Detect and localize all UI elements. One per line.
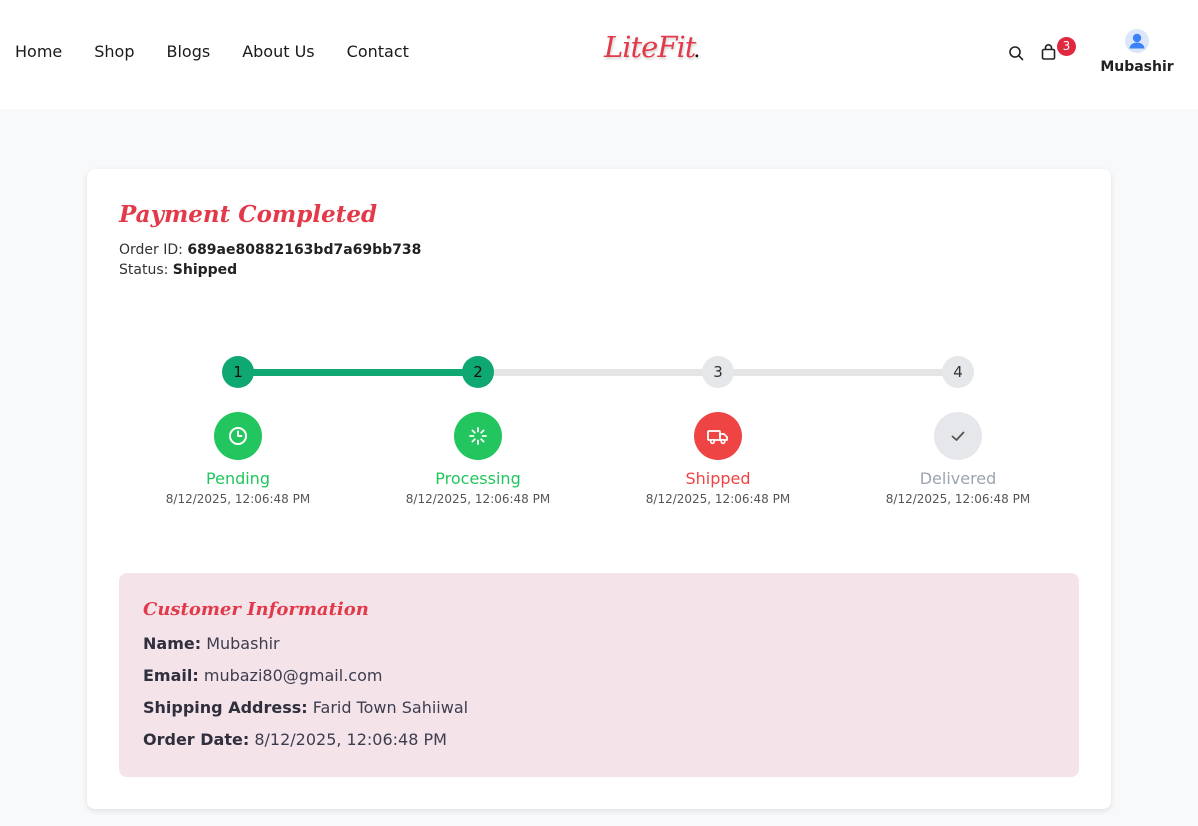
logo-text: LiteFit: [604, 30, 696, 64]
order-id-label: Order ID:: [119, 242, 183, 258]
order-date-row: Order Date: 8/12/2025, 12:06:48 PM: [143, 730, 447, 749]
clock-icon: [229, 427, 247, 445]
step-2-date: 8/12/2025, 12:06:48 PM: [405, 492, 551, 506]
truck-icon: [707, 430, 728, 445]
user-name: Mubashir: [1100, 59, 1174, 75]
step-3-date: 8/12/2025, 12:06:48 PM: [645, 492, 791, 506]
step-pending-badge: [214, 412, 262, 460]
check-icon: [951, 431, 965, 441]
nav-home[interactable]: Home: [15, 42, 62, 61]
order-status-line: Status: Shipped: [119, 262, 237, 278]
main-nav: Home Shop Blogs About Us Contact: [15, 42, 441, 61]
customer-information-panel: Customer Information Name: Mubashir Emai…: [119, 573, 1079, 777]
step-2-number: 2: [462, 356, 494, 388]
step-2-label: Processing: [435, 469, 521, 488]
cart-count-badge: 3: [1057, 37, 1076, 56]
shipping-address-row: Shipping Address: Farid Town Sahiiwal: [143, 698, 468, 717]
step-1-date: 8/12/2025, 12:06:48 PM: [165, 492, 311, 506]
shipping-address-value: Farid Town Sahiiwal: [312, 698, 469, 717]
order-id-line: Order ID: 689ae80882163bd7a69bb738: [119, 242, 421, 258]
order-date-value: 8/12/2025, 12:06:48 PM: [254, 730, 447, 749]
shipping-address-label: Shipping Address:: [143, 698, 308, 717]
order-progress-stepper: 1 Pending 8/12/2025, 12:06:48 PM 2 Proce…: [87, 356, 1111, 526]
customer-name-value: Mubashir: [206, 634, 280, 653]
step-delivered-badge: [934, 412, 982, 460]
customer-information-title: Customer Information: [143, 599, 369, 620]
brand-logo[interactable]: LiteFit.: [604, 30, 700, 64]
user-menu[interactable]: Mubashir: [1100, 29, 1174, 75]
customer-email-value: mubazi80@gmail.com: [203, 666, 383, 685]
step-3-label: Shipped: [685, 469, 751, 488]
order-date-label: Order Date:: [143, 730, 250, 749]
order-status-value: Shipped: [172, 262, 238, 278]
order-status-label: Status:: [119, 262, 169, 278]
site-header: Home Shop Blogs About Us Contact LiteFit…: [0, 0, 1198, 109]
shopping-bag-icon[interactable]: [1041, 44, 1056, 60]
progress-track-fill: [238, 369, 478, 376]
page-title: Payment Completed: [119, 201, 378, 228]
step-4-label: Delivered: [919, 469, 997, 488]
order-confirmation-card: Payment Completed Order ID: 689ae8088216…: [87, 169, 1111, 809]
step-shipped-badge: [694, 412, 742, 460]
step-4-date: 8/12/2025, 12:06:48 PM: [885, 492, 1031, 506]
nav-shop[interactable]: Shop: [94, 42, 134, 61]
step-4-number: 4: [942, 356, 974, 388]
customer-name-row: Name: Mubashir: [143, 634, 280, 653]
search-icon[interactable]: [1008, 45, 1024, 61]
logo-dot: .: [693, 38, 700, 63]
nav-contact[interactable]: Contact: [347, 42, 409, 61]
nav-about-us[interactable]: About Us: [242, 42, 314, 61]
nav-blogs[interactable]: Blogs: [167, 42, 211, 61]
customer-email-row: Email: mubazi80@gmail.com: [143, 666, 382, 685]
step-processing-badge: [454, 412, 502, 460]
step-3-number: 3: [702, 356, 734, 388]
customer-email-label: Email:: [143, 666, 199, 685]
avatar-icon: [1125, 29, 1149, 53]
spinner-icon: [469, 427, 487, 445]
order-id-value: 689ae80882163bd7a69bb738: [187, 242, 422, 258]
customer-name-label: Name:: [143, 634, 202, 653]
step-1-label: Pending: [206, 469, 270, 488]
step-1-number: 1: [222, 356, 254, 388]
